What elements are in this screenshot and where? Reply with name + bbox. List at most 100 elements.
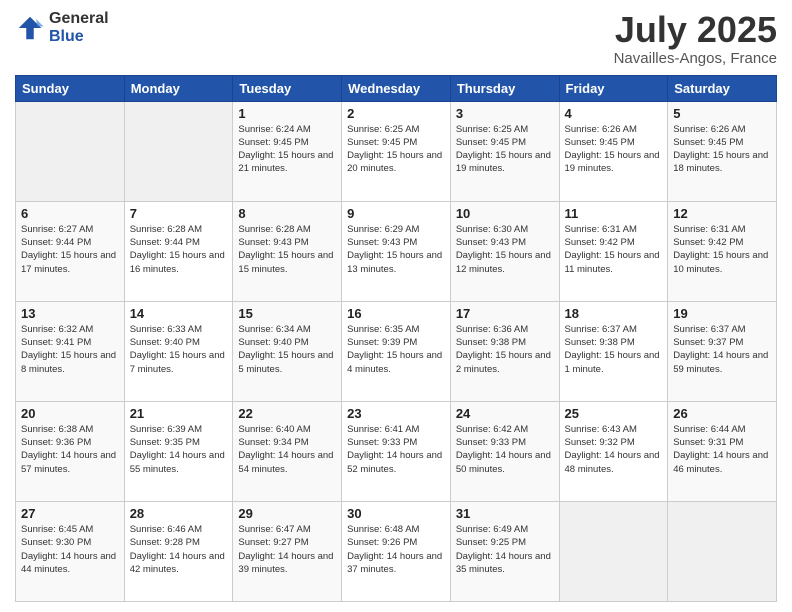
- table-row: 30Sunrise: 6:48 AMSunset: 9:26 PMDayligh…: [342, 501, 451, 601]
- day-info: Sunrise: 6:27 AMSunset: 9:44 PMDaylight:…: [21, 223, 119, 276]
- day-info: Sunrise: 6:26 AMSunset: 9:45 PMDaylight:…: [565, 123, 663, 176]
- table-row: 4 Sunrise: 6:26 AMSunset: 9:45 PMDaylight…: [559, 101, 668, 201]
- day-info: Sunrise: 6:46 AMSunset: 9:28 PMDaylight:…: [130, 523, 228, 576]
- table-row: 31Sunrise: 6:49 AMSunset: 9:25 PMDayligh…: [450, 501, 559, 601]
- day-info: Sunrise: 6:38 AMSunset: 9:36 PMDaylight:…: [21, 423, 119, 476]
- table-row: 18 Sunrise: 6:37 AMSunset: 9:38 PMDayligh…: [559, 301, 668, 401]
- day-number: 15: [238, 306, 336, 321]
- day-info: Sunrise: 6:31 AMSunset: 9:42 PMDaylight:…: [673, 223, 771, 276]
- day-number: 26: [673, 406, 771, 421]
- day-info: Sunrise: 6:41 AMSunset: 9:33 PMDaylight:…: [347, 423, 445, 476]
- day-number: 18: [565, 306, 663, 321]
- table-row: 19Sunrise: 6:37 AMSunset: 9:37 PMDayligh…: [668, 301, 777, 401]
- day-number: 2: [347, 106, 445, 121]
- table-row: 13 Sunrise: 6:32 AMSunset: 9:41 PMDayligh…: [16, 301, 125, 401]
- header-saturday: Saturday: [668, 75, 777, 101]
- table-row: [16, 101, 125, 201]
- day-info: Sunrise: 6:30 AMSunset: 9:43 PMDaylight:…: [456, 223, 554, 276]
- table-row: 22Sunrise: 6:40 AMSunset: 9:34 PMDayligh…: [233, 401, 342, 501]
- day-number: 25: [565, 406, 663, 421]
- calendar-body: 1 Sunrise: 6:24 AMSunset: 9:45 PMDaylight…: [16, 101, 777, 601]
- day-info: Sunrise: 6:26 AMSunset: 9:45 PMDaylight:…: [673, 123, 771, 176]
- table-row: 23 Sunrise: 6:41 AMSunset: 9:33 PMDayligh…: [342, 401, 451, 501]
- page: General Blue July 2025 Navailles-Angos, …: [0, 0, 792, 612]
- logo-blue-label: Blue: [49, 28, 109, 46]
- table-row: 29 Sunrise: 6:47 AMSunset: 9:27 PMDayligh…: [233, 501, 342, 601]
- header-tuesday: Tuesday: [233, 75, 342, 101]
- day-number: 12: [673, 206, 771, 221]
- day-number: 29: [238, 506, 336, 521]
- logo-icon: [15, 13, 45, 43]
- header-friday: Friday: [559, 75, 668, 101]
- table-row: 10 Sunrise: 6:30 AMSunset: 9:43 PMDayligh…: [450, 201, 559, 301]
- table-row: 16 Sunrise: 6:35 AMSunset: 9:39 PMDayligh…: [342, 301, 451, 401]
- day-info: Sunrise: 6:24 AMSunset: 9:45 PMDaylight:…: [238, 123, 336, 176]
- header-sunday: Sunday: [16, 75, 125, 101]
- table-row: 25Sunrise: 6:43 AMSunset: 9:32 PMDayligh…: [559, 401, 668, 501]
- day-info: Sunrise: 6:37 AMSunset: 9:37 PMDaylight:…: [673, 323, 771, 376]
- day-info: Sunrise: 6:45 AMSunset: 9:30 PMDaylight:…: [21, 523, 119, 576]
- logo: General Blue: [15, 10, 109, 45]
- day-info: Sunrise: 6:37 AMSunset: 9:38 PMDaylight:…: [565, 323, 663, 376]
- table-row: 12 Sunrise: 6:31 AMSunset: 9:42 PMDayligh…: [668, 201, 777, 301]
- day-number: 30: [347, 506, 445, 521]
- day-number: 3: [456, 106, 554, 121]
- subtitle: Navailles-Angos, France: [614, 50, 777, 67]
- calendar-table: Sunday Monday Tuesday Wednesday Thursday…: [15, 75, 777, 602]
- table-row: 6Sunrise: 6:27 AMSunset: 9:44 PMDaylight…: [16, 201, 125, 301]
- day-info: Sunrise: 6:40 AMSunset: 9:34 PMDaylight:…: [238, 423, 336, 476]
- day-info: Sunrise: 6:39 AMSunset: 9:35 PMDaylight:…: [130, 423, 228, 476]
- table-row: [559, 501, 668, 601]
- header-monday: Monday: [124, 75, 233, 101]
- table-row: 26Sunrise: 6:44 AMSunset: 9:31 PMDayligh…: [668, 401, 777, 501]
- table-row: 21 Sunrise: 6:39 AMSunset: 9:35 PMDayligh…: [124, 401, 233, 501]
- day-info: Sunrise: 6:36 AMSunset: 9:38 PMDaylight:…: [456, 323, 554, 376]
- day-number: 8: [238, 206, 336, 221]
- logo-general-label: General: [49, 10, 109, 28]
- title-section: July 2025 Navailles-Angos, France: [614, 10, 777, 67]
- day-info: Sunrise: 6:34 AMSunset: 9:40 PMDaylight:…: [238, 323, 336, 376]
- day-number: 24: [456, 406, 554, 421]
- day-info: Sunrise: 6:32 AMSunset: 9:41 PMDaylight:…: [21, 323, 119, 376]
- day-number: 27: [21, 506, 119, 521]
- day-number: 11: [565, 206, 663, 221]
- day-number: 14: [130, 306, 228, 321]
- day-info: Sunrise: 6:28 AMSunset: 9:43 PMDaylight:…: [238, 223, 336, 276]
- table-row: 9Sunrise: 6:29 AMSunset: 9:43 PMDaylight…: [342, 201, 451, 301]
- calendar-header: Sunday Monday Tuesday Wednesday Thursday…: [16, 75, 777, 101]
- table-row: 15 Sunrise: 6:34 AMSunset: 9:40 PMDayligh…: [233, 301, 342, 401]
- day-number: 28: [130, 506, 228, 521]
- day-info: Sunrise: 6:25 AMSunset: 9:45 PMDaylight:…: [347, 123, 445, 176]
- day-info: Sunrise: 6:35 AMSunset: 9:39 PMDaylight:…: [347, 323, 445, 376]
- table-row: [124, 101, 233, 201]
- table-row: 5 Sunrise: 6:26 AMSunset: 9:45 PMDaylight…: [668, 101, 777, 201]
- table-row: 24Sunrise: 6:42 AMSunset: 9:33 PMDayligh…: [450, 401, 559, 501]
- day-number: 5: [673, 106, 771, 121]
- day-number: 4: [565, 106, 663, 121]
- day-info: Sunrise: 6:47 AMSunset: 9:27 PMDaylight:…: [238, 523, 336, 576]
- day-number: 21: [130, 406, 228, 421]
- day-number: 16: [347, 306, 445, 321]
- table-row: 11Sunrise: 6:31 AMSunset: 9:42 PMDayligh…: [559, 201, 668, 301]
- day-number: 13: [21, 306, 119, 321]
- day-number: 10: [456, 206, 554, 221]
- day-info: Sunrise: 6:25 AMSunset: 9:45 PMDaylight:…: [456, 123, 554, 176]
- day-info: Sunrise: 6:28 AMSunset: 9:44 PMDaylight:…: [130, 223, 228, 276]
- header: General Blue July 2025 Navailles-Angos, …: [15, 10, 777, 67]
- day-number: 1: [238, 106, 336, 121]
- day-number: 20: [21, 406, 119, 421]
- day-number: 23: [347, 406, 445, 421]
- header-thursday: Thursday: [450, 75, 559, 101]
- table-row: 1 Sunrise: 6:24 AMSunset: 9:45 PMDaylight…: [233, 101, 342, 201]
- day-info: Sunrise: 6:49 AMSunset: 9:25 PMDaylight:…: [456, 523, 554, 576]
- table-row: 27 Sunrise: 6:45 AMSunset: 9:30 PMDayligh…: [16, 501, 125, 601]
- day-number: 17: [456, 306, 554, 321]
- table-row: 28 Sunrise: 6:46 AMSunset: 9:28 PMDayligh…: [124, 501, 233, 601]
- table-row: 20 Sunrise: 6:38 AMSunset: 9:36 PMDayligh…: [16, 401, 125, 501]
- table-row: 8 Sunrise: 6:28 AMSunset: 9:43 PMDaylight…: [233, 201, 342, 301]
- header-row: Sunday Monday Tuesday Wednesday Thursday…: [16, 75, 777, 101]
- day-info: Sunrise: 6:33 AMSunset: 9:40 PMDaylight:…: [130, 323, 228, 376]
- table-row: 3 Sunrise: 6:25 AMSunset: 9:45 PMDaylight…: [450, 101, 559, 201]
- main-title: July 2025: [614, 10, 777, 50]
- day-number: 9: [347, 206, 445, 221]
